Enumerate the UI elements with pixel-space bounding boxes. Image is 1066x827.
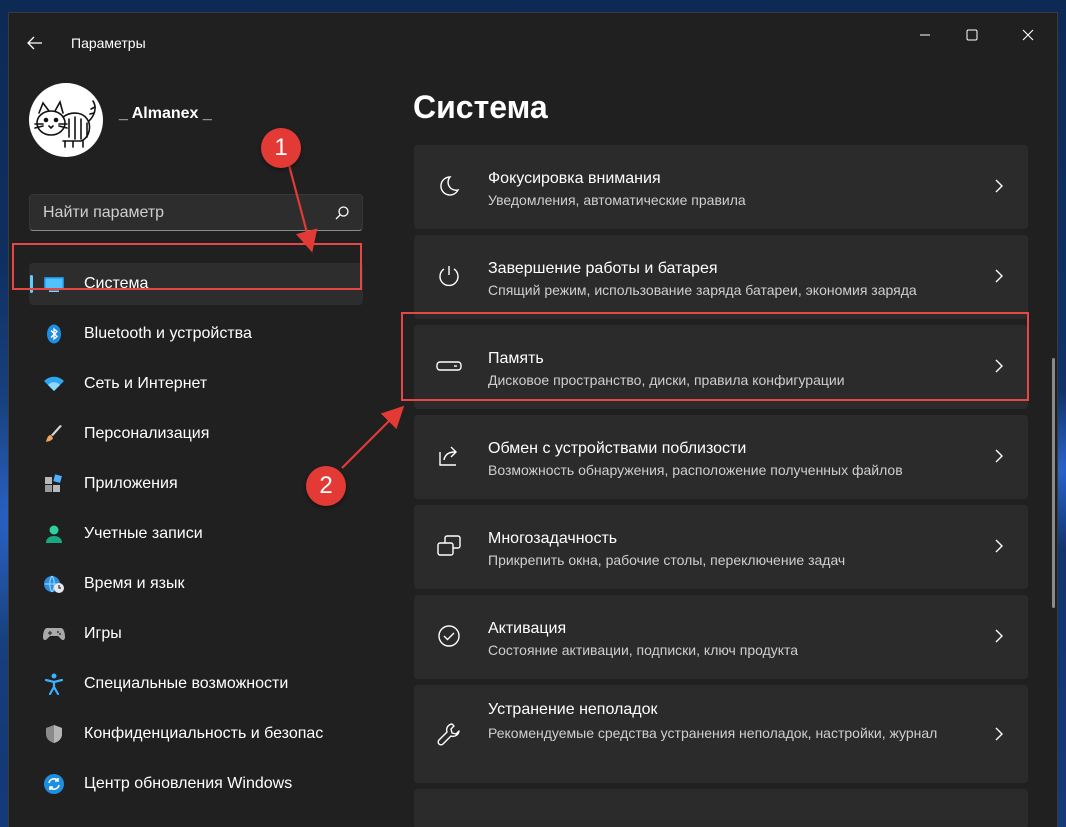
card-activation[interactable]: Активация Состояние активации, подписки,… [414, 595, 1028, 679]
sidebar-item-label: Центр обновления Windows [84, 775, 293, 792]
multitask-icon [436, 533, 462, 559]
chevron-right-icon [995, 449, 1003, 463]
sidebar-item-label: Специальные возможности [84, 675, 289, 692]
user-name: _ Almanex _ [119, 105, 212, 122]
card-subtitle: Возможность обнаружения, расположение по… [488, 462, 903, 478]
search-icon[interactable] [334, 205, 350, 221]
chevron-right-icon [995, 179, 1003, 193]
check-circle-icon [436, 623, 462, 649]
power-icon [436, 263, 462, 289]
card-multitasking[interactable]: Многозадачность Прикрепить окна, рабочие… [414, 505, 1028, 589]
chevron-right-icon [995, 629, 1003, 643]
card-subtitle: Прикрепить окна, рабочие столы, переключ… [488, 552, 846, 568]
sidebar-item-label: Игры [84, 625, 122, 642]
brush-icon [43, 423, 65, 445]
sidebar-item-personalization[interactable]: Персонализация [29, 409, 363, 459]
settings-list: Фокусировка внимания Уведомления, автома… [414, 145, 1028, 827]
close-icon [1022, 29, 1034, 41]
maximize-icon [966, 29, 978, 41]
annotation-box-storage [401, 312, 1029, 401]
close-button[interactable] [1005, 21, 1051, 49]
card-subtitle: Уведомления, автоматические правила [488, 192, 746, 208]
annotation-badge-1: 1 [261, 128, 301, 168]
card-subtitle: Рекомендуемые средства устранения непола… [488, 725, 938, 741]
bluetooth-icon [43, 323, 65, 345]
sidebar-item-accessibility[interactable]: Специальные возможности [29, 659, 363, 709]
sidebar-item-bluetooth[interactable]: Bluetooth и устройства [29, 309, 363, 359]
accessibility-icon [43, 673, 65, 695]
minimize-icon [920, 34, 930, 36]
minimize-button[interactable] [902, 21, 948, 49]
chevron-right-icon [995, 727, 1003, 741]
card-title: Многозадачность [488, 530, 618, 547]
moon-icon [436, 173, 462, 199]
annotation-box-system [12, 243, 362, 290]
update-icon [43, 773, 65, 795]
sidebar-item-network[interactable]: Сеть и Интернет [29, 359, 363, 409]
maximize-button[interactable] [949, 21, 995, 49]
sidebar-item-accounts[interactable]: Учетные записи [29, 509, 363, 559]
back-button[interactable] [23, 31, 47, 55]
card-power-battery[interactable]: Завершение работы и батарея Спящий режим… [414, 235, 1028, 319]
cat-avatar-icon [34, 99, 96, 148]
settings-window: Параметры _ Almanex _ Найти параметр Сис… [8, 12, 1058, 827]
chevron-right-icon [995, 269, 1003, 283]
card-title: Обмен с устройствами поблизости [488, 440, 747, 457]
card-title: Завершение работы и батарея [488, 260, 718, 277]
search-input[interactable] [30, 195, 320, 230]
person-icon [43, 523, 65, 545]
card-title: Устранение неполадок [488, 701, 658, 718]
card-troubleshoot[interactable]: Устранение неполадок Рекомендуемые средс… [414, 685, 1028, 783]
sidebar-item-label: Сеть и Интернет [84, 375, 208, 392]
sidebar-item-label: Время и язык [84, 575, 185, 592]
sidebar-item-label: Конфиденциальность и безопас [84, 725, 324, 742]
sidebar-item-label: Bluetooth и устройства [84, 325, 252, 342]
scrollbar-thumb[interactable] [1052, 358, 1055, 608]
sidebar-item-privacy[interactable]: Конфиденциальность и безопас [29, 709, 363, 759]
apps-icon [43, 473, 65, 495]
card-subtitle: Состояние активации, подписки, ключ прод… [488, 642, 799, 658]
wifi-icon [43, 373, 65, 395]
sidebar-item-label: Персонализация [84, 425, 210, 442]
card-nearby-sharing[interactable]: Обмен с устройствами поблизости Возможно… [414, 415, 1028, 499]
card-focus-assist[interactable]: Фокусировка внимания Уведомления, автома… [414, 145, 1028, 229]
avatar[interactable] [29, 83, 103, 157]
share-icon [436, 443, 462, 469]
chevron-right-icon [995, 539, 1003, 553]
arrow-left-icon [27, 36, 42, 50]
card-next-partial[interactable] [414, 789, 1028, 827]
sidebar-item-label: Учетные записи [84, 525, 203, 542]
card-title: Фокусировка внимания [488, 170, 661, 187]
gamepad-icon [43, 623, 65, 645]
sidebar-item-windows-update[interactable]: Центр обновления Windows [29, 759, 363, 809]
page-title: Система [413, 89, 548, 125]
sidebar-nav: Система Bluetooth и устройства Сеть и Ин… [29, 259, 363, 809]
sidebar-item-gaming[interactable]: Игры [29, 609, 363, 659]
card-subtitle: Спящий режим, использование заряда батар… [488, 282, 917, 298]
globe-clock-icon [43, 573, 65, 595]
title-bar: Параметры [9, 13, 1057, 57]
search-box[interactable] [29, 194, 363, 231]
sidebar-item-time-language[interactable]: Время и язык [29, 559, 363, 609]
annotation-badge-2: 2 [306, 466, 346, 506]
wrench-icon [436, 721, 462, 747]
app-title: Параметры [71, 35, 146, 51]
card-title: Активация [488, 620, 567, 637]
shield-icon [43, 723, 65, 745]
